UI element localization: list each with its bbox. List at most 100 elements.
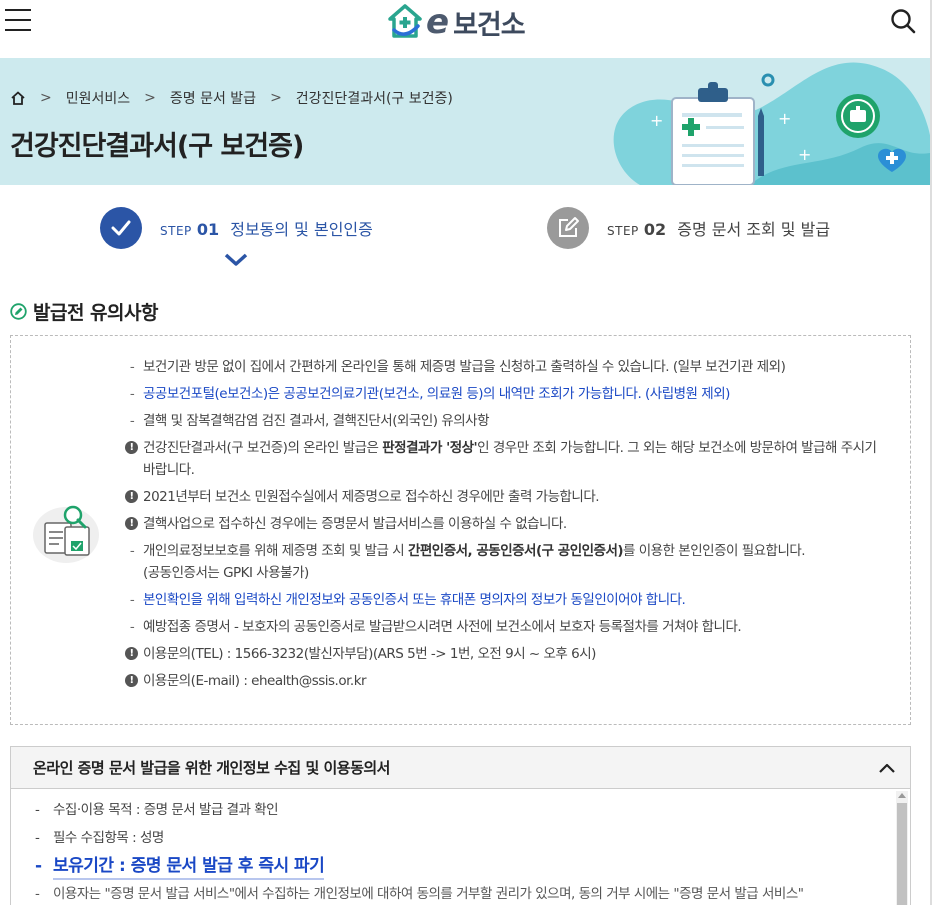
chevron-up-icon[interactable] bbox=[878, 762, 896, 774]
banner-illustration: + + + bbox=[613, 62, 930, 185]
consent-text: 수집·이용 목적 : 증명 문서 발급 결과 확인 bbox=[53, 802, 279, 818]
dash-marker: - bbox=[35, 830, 40, 846]
consent-scrollbar[interactable] bbox=[896, 791, 908, 905]
notice-text: 본인확인을 위해 입력하신 개인정보와 공동인증서 또는 휴대폰 명의자의 정보… bbox=[143, 592, 686, 608]
list-item: - 이용자는 "증명 문서 발급 서비스"에서 수집하는 개인정보에 대하여 동… bbox=[35, 883, 885, 905]
consent-body: - 수집·이용 목적 : 증명 문서 발급 결과 확인 - 필수 수집항목 : … bbox=[11, 789, 910, 905]
list-item: - 결핵 및 잠복결핵감염 검진 결과서, 결핵진단서(외국인) 유의사항 bbox=[125, 410, 885, 432]
dash-marker: - bbox=[35, 886, 40, 902]
chevron-down-icon bbox=[224, 253, 248, 266]
svg-text:+: + bbox=[798, 145, 811, 164]
list-item: - 보유기간 : 증명 문서 발급 후 즉시 파기 bbox=[35, 855, 885, 880]
notice-text: 결핵 및 잠복결핵감염 검진 결과서, 결핵진단서(외국인) 유의사항 bbox=[143, 413, 490, 429]
list-item: - 본인확인을 위해 입력하신 개인정보와 공동인증서 또는 휴대폰 명의자의 … bbox=[125, 589, 885, 611]
list-item: ! 이용문의(TEL) : 1566-3232(발신자부담)(ARS 5번 ->… bbox=[125, 643, 885, 665]
logo-house-icon bbox=[388, 4, 422, 38]
notice-text: 2021년부터 보건소 민원접수실에서 제증명으로 접수하신 경우에만 출력 가… bbox=[143, 489, 600, 505]
notice-heading: 발급전 유의사항 bbox=[10, 298, 158, 325]
notice-text: 이용문의(E-mail) : ehealth@ssis.or.kr bbox=[143, 673, 367, 689]
consent-list: - 수집·이용 목적 : 증명 문서 발급 결과 확인 - 필수 수집항목 : … bbox=[35, 799, 885, 905]
page: e 보건소 > 민원서비스 > 증명 문서 발급 > 건강진단결과서(구 보건증… bbox=[0, 0, 932, 905]
breadcrumb-item-certificate[interactable]: 증명 문서 발급 bbox=[170, 88, 256, 108]
step-title: 정보동의 및 본인인증 bbox=[230, 220, 373, 239]
notice-text: 건강진단결과서(구 보건증)의 온라인 발급은 bbox=[143, 440, 383, 456]
step-01: STEP 01 정보동의 및 본인인증 bbox=[100, 207, 373, 249]
exclamation-icon: ! bbox=[125, 517, 138, 530]
notice-bold: 간편인증서, 공동인증서(구 공인인증서) bbox=[407, 543, 624, 559]
exclamation-icon: ! bbox=[125, 490, 138, 503]
edit-icon bbox=[547, 207, 589, 249]
step-title: 증명 문서 조회 및 발급 bbox=[677, 220, 831, 239]
list-item: ! 이용문의(E-mail) : ehealth@ssis.or.kr bbox=[125, 670, 885, 692]
dash-marker: - bbox=[129, 543, 135, 559]
dash-marker: - bbox=[129, 619, 135, 635]
step-number: 02 bbox=[643, 220, 667, 239]
step-02: STEP 02 증명 문서 조회 및 발급 bbox=[547, 207, 830, 249]
exclamation-icon: ! bbox=[125, 441, 138, 454]
svg-text:+: + bbox=[650, 111, 663, 130]
consent-accordion-header[interactable]: 온라인 증명 문서 발급을 위한 개인정보 수집 및 이용동의서 bbox=[11, 747, 910, 789]
list-item: - 보건기관 방문 없이 집에서 간편하게 온라인을 통해 제증명 발급을 신청… bbox=[125, 356, 885, 378]
dash-marker: - bbox=[35, 856, 42, 876]
step-01-label: STEP 01 정보동의 및 본인인증 bbox=[160, 216, 373, 240]
notice-subtext: (공동인증서는 GPKI 사용불가) bbox=[143, 565, 309, 581]
notice-text: 보건기관 방문 없이 집에서 간편하게 온라인을 통해 제증명 발급을 신청하고… bbox=[143, 359, 786, 375]
home-icon[interactable] bbox=[10, 90, 26, 106]
step-number: 01 bbox=[196, 220, 220, 239]
notice-title: 발급전 유의사항 bbox=[33, 302, 158, 324]
top-header: e 보건소 bbox=[0, 0, 932, 58]
dash-marker: - bbox=[129, 359, 135, 375]
breadcrumb-separator: > bbox=[144, 90, 156, 106]
list-item: - 개인의료정보보호를 위해 제증명 조회 및 발급 시 간편인증서, 공동인증… bbox=[125, 540, 885, 584]
document-search-icon bbox=[33, 505, 99, 563]
site-logo[interactable]: e 보건소 bbox=[388, 2, 526, 42]
pencil-circle-icon bbox=[10, 303, 27, 320]
dash-marker: - bbox=[129, 386, 135, 402]
scroll-thumb[interactable] bbox=[897, 803, 907, 905]
step-02-label: STEP 02 증명 문서 조회 및 발급 bbox=[607, 216, 830, 240]
menu-icon[interactable] bbox=[5, 9, 31, 33]
list-item: - 공공보건포털(e보건소)은 공공보건의료기관(보건소, 의료원 등)의 내역… bbox=[125, 383, 885, 405]
notice-text: 개인의료정보보호를 위해 제증명 조회 및 발급 시 bbox=[143, 543, 408, 559]
step-prefix: STEP bbox=[607, 224, 639, 238]
consent-text: 이용자는 "증명 문서 발급 서비스"에서 수집하는 개인정보에 대하여 동의를… bbox=[53, 886, 804, 902]
breadcrumb-separator: > bbox=[40, 90, 52, 106]
dash-marker: - bbox=[129, 592, 135, 608]
step-prefix: STEP bbox=[160, 224, 192, 238]
list-item: ! 결핵사업으로 접수하신 경우에는 증명문서 발급서비스를 이용하실 수 없습… bbox=[125, 513, 885, 535]
dash-marker: - bbox=[35, 802, 40, 818]
notice-box: - 보건기관 방문 없이 집에서 간편하게 온라인을 통해 제증명 발급을 신청… bbox=[10, 335, 911, 725]
page-banner: > 민원서비스 > 증명 문서 발급 > 건강진단결과서(구 보건증) 건강진단… bbox=[0, 58, 930, 185]
search-icon[interactable] bbox=[890, 8, 916, 34]
exclamation-icon: ! bbox=[125, 647, 138, 660]
logo-e: e bbox=[426, 2, 450, 42]
notice-text: 결핵사업으로 접수하신 경우에는 증명문서 발급서비스를 이용하실 수 없습니다… bbox=[143, 516, 567, 532]
notice-text: 예방접종 증명서 - 보호자의 공동인증서로 발급받으시려면 사전에 보건소에서… bbox=[143, 619, 742, 635]
notice-bold: 판정결과가 '정상' bbox=[382, 440, 478, 456]
breadcrumb-separator: > bbox=[270, 90, 282, 106]
notice-text: 공공보건포털(e보건소)은 공공보건의료기관(보건소, 의료원 등)의 내역만 … bbox=[143, 386, 730, 402]
notice-list: - 보건기관 방문 없이 집에서 간편하게 온라인을 통해 제증명 발급을 신청… bbox=[125, 356, 885, 697]
list-item: - 수집·이용 목적 : 증명 문서 발급 결과 확인 bbox=[35, 799, 885, 821]
page-title: 건강진단결과서(구 보건증) bbox=[10, 131, 304, 162]
scroll-up-arrow[interactable] bbox=[898, 793, 906, 798]
list-item: - 필수 수집항목 : 성명 bbox=[35, 827, 885, 849]
step-indicator: STEP 01 정보동의 및 본인인증 STEP 02 증명 문서 조회 및 발… bbox=[0, 185, 930, 275]
consent-accordion: 온라인 증명 문서 발급을 위한 개인정보 수집 및 이용동의서 - 수집·이용… bbox=[10, 746, 911, 905]
list-item: - 예방접종 증명서 - 보호자의 공동인증서로 발급받으시려면 사전에 보건소… bbox=[125, 616, 885, 638]
notice-text: 를 이용한 본인인증이 필요합니다. bbox=[623, 543, 806, 559]
list-item: ! 2021년부터 보건소 민원접수실에서 제증명으로 접수하신 경우에만 출력… bbox=[125, 486, 885, 508]
consent-text: 필수 수집항목 : 성명 bbox=[53, 830, 164, 846]
breadcrumb-item-current[interactable]: 건강진단결과서(구 보건증) bbox=[296, 88, 453, 108]
exclamation-icon: ! bbox=[125, 674, 138, 687]
breadcrumb: > 민원서비스 > 증명 문서 발급 > 건강진단결과서(구 보건증) bbox=[10, 88, 453, 108]
check-icon bbox=[100, 207, 142, 249]
svg-text:+: + bbox=[778, 109, 791, 128]
list-item: ! 건강진단결과서(구 보건증)의 온라인 발급은 판정결과가 '정상'인 경우… bbox=[125, 437, 885, 481]
consent-text: 보유기간 : 증명 문서 발급 후 즉시 파기 bbox=[53, 856, 325, 880]
dash-marker: - bbox=[129, 413, 135, 429]
breadcrumb-item-civil-service[interactable]: 민원서비스 bbox=[66, 88, 130, 108]
notice-text: 이용문의(TEL) : 1566-3232(발신자부담)(ARS 5번 -> 1… bbox=[143, 646, 596, 662]
logo-text: 보건소 bbox=[453, 9, 526, 41]
consent-title: 온라인 증명 문서 발급을 위한 개인정보 수집 및 이용동의서 bbox=[33, 759, 390, 777]
